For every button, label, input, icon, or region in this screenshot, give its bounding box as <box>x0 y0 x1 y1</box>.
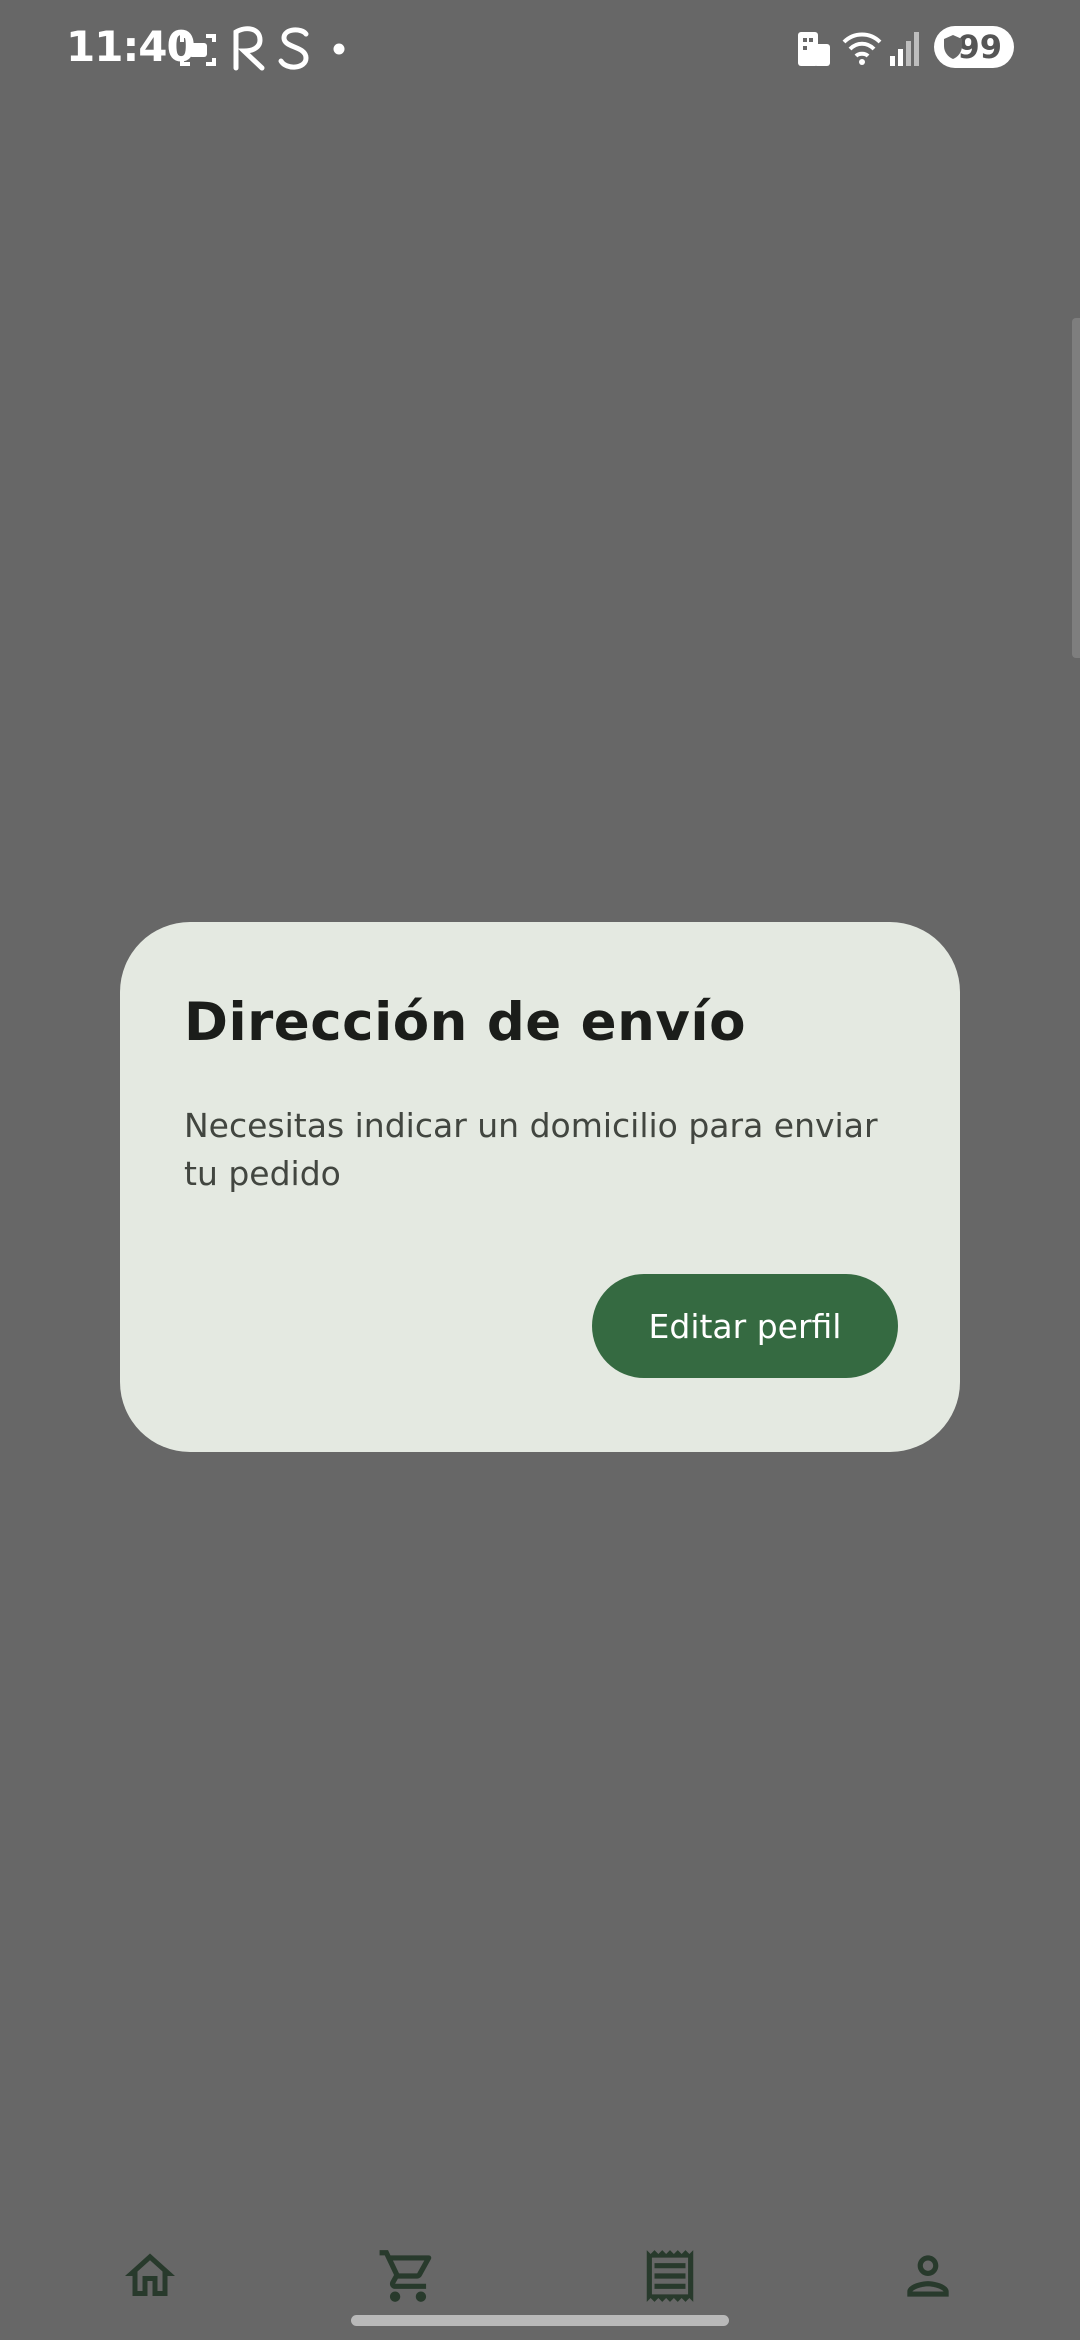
battery-indicator: 99 <box>934 26 1014 68</box>
s-app-icon <box>276 24 312 77</box>
screenshot-icon <box>178 30 218 75</box>
nav-orders[interactable] <box>630 2236 710 2316</box>
nav-profile[interactable] <box>888 2236 968 2316</box>
gesture-navigation-bar[interactable] <box>351 2315 729 2326</box>
notification-dot-icon <box>333 42 345 60</box>
nav-home[interactable] <box>110 2236 190 2316</box>
dialog-message: Necesitas indicar un domicilio para envi… <box>184 1106 878 1193</box>
shipping-address-dialog: Dirección de envío Necesitas indicar un … <box>120 922 960 1452</box>
signal-icon <box>890 30 920 71</box>
wifi-icon <box>842 30 882 71</box>
status-bar: 11:40 99 <box>0 0 1080 100</box>
nav-cart[interactable] <box>368 2236 448 2316</box>
battery-level: 99 <box>957 28 1002 66</box>
receipt-icon <box>646 2250 694 2302</box>
profile-icon <box>907 2255 949 2297</box>
status-time: 11:40 <box>66 22 196 71</box>
r-app-icon <box>228 24 268 77</box>
home-icon <box>125 2253 175 2296</box>
edit-profile-button[interactable]: Editar perfil <box>592 1274 898 1378</box>
cart-icon <box>379 2250 432 2302</box>
shield-icon <box>944 35 962 59</box>
scroll-handle[interactable] <box>1072 318 1080 658</box>
hotel-icon <box>798 30 830 71</box>
dialog-title: Dirección de envío <box>184 992 746 1053</box>
